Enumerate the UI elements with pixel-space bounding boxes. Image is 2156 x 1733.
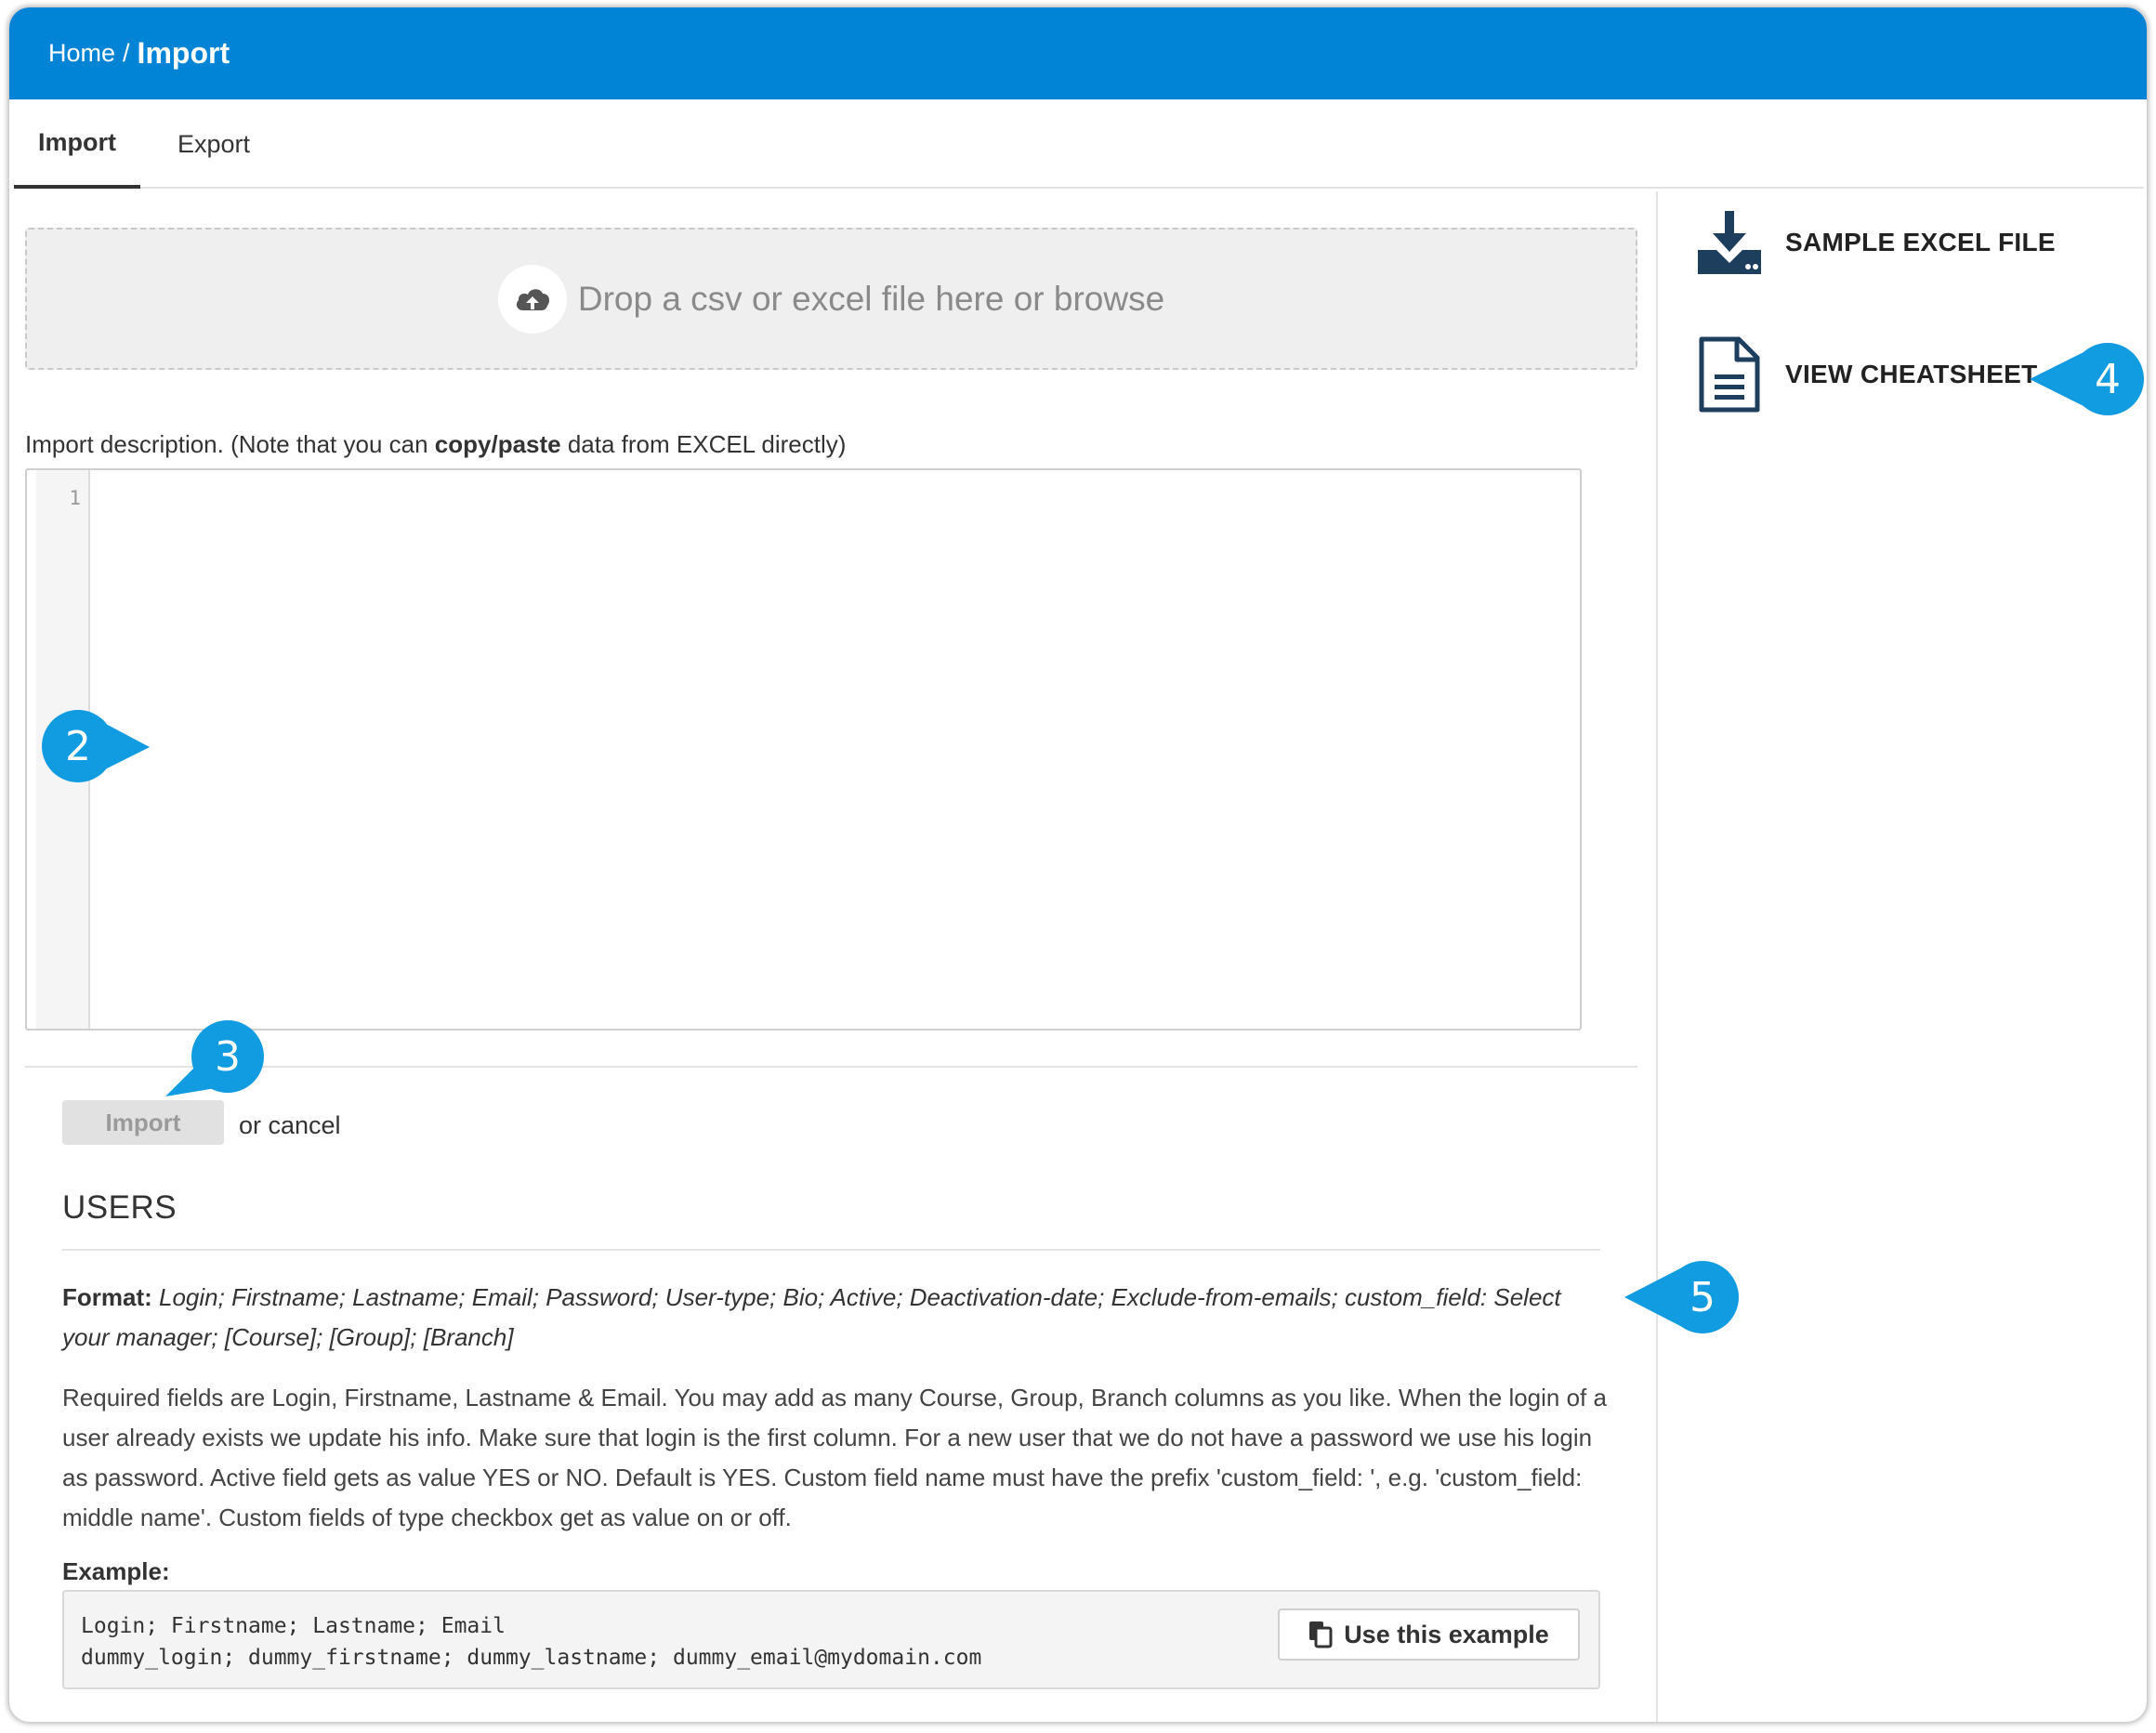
- page-title: Import: [137, 36, 230, 70]
- description-bold: copy/paste: [434, 430, 561, 458]
- editor-text-area[interactable]: [92, 470, 1580, 1029]
- view-cheatsheet-label: VIEW CHEATSHEET: [1785, 360, 2038, 388]
- format-value: Login; Firstname; Lastname; Email; Passw…: [62, 1283, 1561, 1351]
- example-line-2: dummy_login; dummy_firstname; dummy_last…: [81, 1646, 982, 1670]
- format-label: Format:: [62, 1283, 152, 1311]
- users-section-title: USERS: [62, 1189, 177, 1226]
- header-bar: Home / Import: [9, 7, 2147, 99]
- example-code: Login; Firstname; Lastname; Email dummy_l…: [81, 1610, 981, 1674]
- import-data-editor[interactable]: 1: [25, 468, 1582, 1031]
- cloud-upload-icon: [497, 264, 567, 334]
- sample-excel-link[interactable]: SAMPLE EXCEL FILE: [1696, 209, 2056, 276]
- cancel-link[interactable]: or cancel: [239, 1111, 341, 1140]
- callout-number: 5: [1666, 1261, 1739, 1333]
- dropzone-text: Drop a csv or excel file here or browse: [577, 279, 1165, 318]
- app-window: Home / Import Import Export Drop a csv o…: [9, 7, 2147, 1722]
- sidebar-divider: [1656, 191, 1658, 1722]
- document-icon: [1699, 336, 1760, 413]
- callout-number: 3: [191, 1020, 264, 1093]
- import-description-label: Import description. (Note that you can c…: [25, 430, 846, 459]
- divider: [62, 1249, 1600, 1251]
- file-dropzone[interactable]: Drop a csv or excel file here or browse: [25, 228, 1637, 370]
- example-line-1: Login; Firstname; Lastname; Email: [81, 1614, 506, 1638]
- format-description: Format: Login; Firstname; Lastname; Emai…: [62, 1278, 1605, 1358]
- tab-export[interactable]: Export: [153, 99, 274, 189]
- description-prefix: Import description. (Note that you can: [25, 430, 435, 458]
- required-fields-text: Required fields are Login, Firstname, La…: [62, 1384, 1607, 1531]
- line-number: 1: [69, 487, 81, 509]
- use-example-label: Use this example: [1344, 1620, 1549, 1648]
- callout-number: 2: [42, 710, 114, 782]
- breadcrumb-home[interactable]: Home: [48, 39, 115, 68]
- breadcrumb-separator: /: [123, 39, 130, 67]
- description-suffix: data from EXCEL directly): [560, 430, 847, 458]
- example-code-box: Login; Firstname; Lastname; Email dummy_l…: [62, 1590, 1600, 1689]
- download-icon: [1698, 211, 1761, 274]
- example-label: Example:: [62, 1557, 170, 1585]
- copy-icon: [1309, 1621, 1333, 1648]
- tab-import[interactable]: Import: [14, 99, 140, 189]
- view-cheatsheet-link[interactable]: VIEW CHEATSHEET: [1696, 335, 2038, 414]
- use-example-button[interactable]: Use this example: [1278, 1608, 1580, 1661]
- callout-number: 4: [2071, 343, 2144, 415]
- sample-excel-label: SAMPLE EXCEL FILE: [1785, 228, 2056, 256]
- tab-bar: Import Export: [14, 99, 2144, 189]
